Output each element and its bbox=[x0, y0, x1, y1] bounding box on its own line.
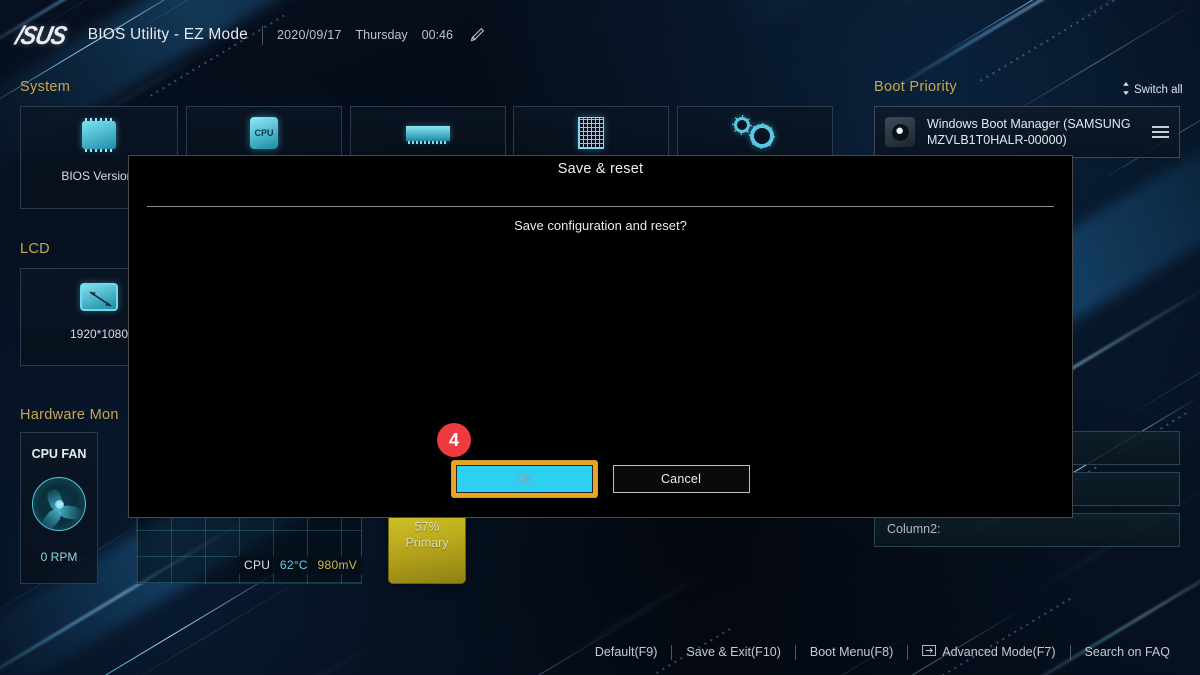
drive-icon bbox=[885, 117, 915, 147]
dialog-message: Save configuration and reset? bbox=[514, 218, 687, 233]
window-arrow-icon bbox=[922, 645, 937, 659]
memory-module-icon bbox=[406, 126, 450, 145]
header-day: Thursday bbox=[355, 28, 408, 42]
footer-item-boot-menu[interactable]: Boot Menu(F8) bbox=[796, 645, 907, 659]
cpu-voltage-value: 980mV bbox=[317, 558, 358, 572]
system-section-label: System bbox=[20, 79, 71, 95]
tile-cpu[interactable]: CPU bbox=[186, 106, 342, 158]
hardware-monitor-section-label: Hardware Mon bbox=[20, 407, 119, 423]
ok-button[interactable]: Ok bbox=[455, 465, 593, 493]
boot-item-line1: Windows Boot Manager (SAMSUNG bbox=[927, 117, 1131, 131]
cpu-readout: CPU 62°C 980mV bbox=[238, 556, 364, 574]
footer-item-default[interactable]: Default(F9) bbox=[581, 645, 672, 659]
footer-bar: Default(F9) Save & Exit(F10) Boot Menu(F… bbox=[0, 629, 1200, 675]
primary-percent: 57% bbox=[414, 520, 440, 534]
primary-load-block[interactable]: 57% Primary bbox=[388, 512, 466, 584]
tile-settings[interactable] bbox=[677, 106, 833, 158]
up-down-arrow-icon bbox=[1122, 82, 1130, 99]
tile-cpu-fan[interactable]: CPU FAN 0 RPM bbox=[20, 432, 98, 584]
cpu-fan-title: CPU FAN bbox=[31, 447, 87, 461]
gears-icon bbox=[732, 116, 778, 150]
header-bar: /SUS BIOS Utility - EZ Mode 2020/09/17 T… bbox=[0, 0, 1200, 70]
footer-item-save-exit[interactable]: Save & Exit(F10) bbox=[672, 645, 794, 659]
footer-item-search-faq[interactable]: Search on FAQ bbox=[1071, 645, 1184, 659]
page-title: BIOS Utility - EZ Mode bbox=[87, 26, 248, 43]
switch-all-label: Switch all bbox=[1134, 84, 1183, 97]
chip-icon bbox=[82, 118, 116, 152]
memory-grid-icon bbox=[578, 117, 604, 149]
lcd-section-label: LCD bbox=[20, 241, 50, 257]
cancel-button[interactable]: Cancel bbox=[612, 465, 750, 493]
fan-icon bbox=[32, 477, 86, 532]
dialog-button-row: Ok Cancel bbox=[129, 461, 1072, 497]
save-reset-dialog: Save & reset Save configuration and rese… bbox=[128, 155, 1073, 518]
cpu-fan-value: 0 RPM bbox=[40, 550, 78, 564]
right-stub-panel-3[interactable]: Column2: bbox=[874, 513, 1180, 547]
footer-item-advanced-mode[interactable]: Advanced Mode(F7) bbox=[908, 645, 1069, 659]
cpu-readout-label: CPU bbox=[244, 558, 271, 572]
boot-item-line2: MZVLB1T0HALR-00000) bbox=[927, 133, 1067, 147]
header-time: 00:46 bbox=[421, 28, 453, 42]
bios-screen: /SUS BIOS Utility - EZ Mode 2020/09/17 T… bbox=[0, 0, 1200, 675]
dialog-divider bbox=[147, 206, 1054, 207]
screen-resolution-icon bbox=[80, 283, 118, 311]
header-date: 2020/09/17 bbox=[276, 28, 342, 42]
cpu-icon: CPU bbox=[250, 117, 278, 149]
ok-button-highlight: Ok bbox=[451, 461, 597, 497]
drag-handle-icon[interactable] bbox=[1152, 126, 1169, 138]
pencil-icon[interactable] bbox=[469, 27, 485, 43]
step-badge-4: 4 bbox=[437, 423, 471, 457]
tile-memory-slots[interactable] bbox=[513, 106, 669, 158]
asus-logo: /SUS bbox=[13, 19, 69, 49]
primary-label: Primary bbox=[405, 536, 449, 550]
header-divider bbox=[261, 25, 263, 45]
cpu-temperature-value: 62°C bbox=[279, 558, 308, 572]
boot-priority-label: Boot Priority bbox=[874, 79, 957, 95]
switch-all-button[interactable]: Switch all bbox=[1122, 82, 1183, 99]
footer-item-advanced-mode-label: Advanced Mode(F7) bbox=[942, 645, 1056, 659]
dialog-title: Save & reset bbox=[557, 161, 644, 177]
boot-item-windows-boot-manager[interactable]: Windows Boot Manager (SAMSUNG MZVLB1T0HA… bbox=[874, 106, 1180, 158]
tile-memory[interactable] bbox=[350, 106, 506, 158]
